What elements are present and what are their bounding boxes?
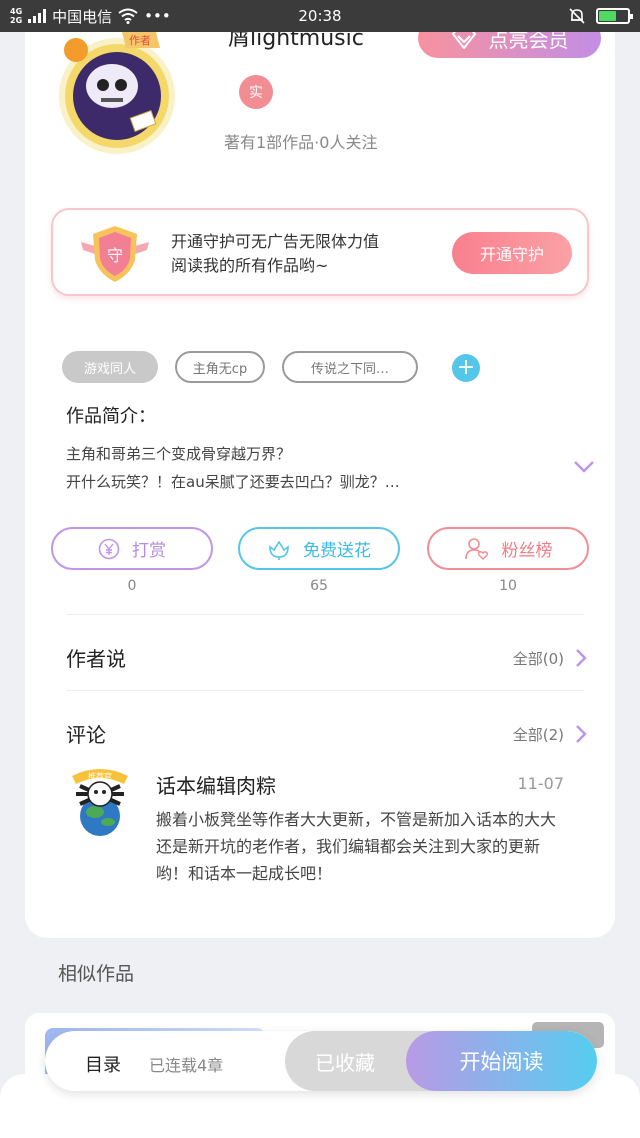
guard-description: 开通守护可无广告无限体力值 阅读我的所有作品哟~	[171, 232, 380, 275]
divider	[66, 614, 584, 615]
signal-icon	[28, 9, 47, 23]
flower-count: 65	[310, 578, 328, 594]
commenter-badge: 推荐官	[88, 771, 112, 781]
toc-button[interactable]: 目录	[85, 1051, 121, 1077]
mute-bell-icon	[569, 8, 585, 24]
user-heart-icon	[464, 537, 488, 560]
reward-count: 0	[127, 578, 137, 594]
chevron-right-icon[interactable]	[574, 723, 588, 745]
chevron-right-icon[interactable]	[574, 647, 588, 669]
author-avatar[interactable]: 作者	[52, 28, 182, 158]
send-flower-button[interactable]: 免费送花	[238, 527, 400, 570]
send-flower-label: 免费送花	[303, 541, 371, 561]
bottom-action-bar: 目录 已连载4章 已收藏 开始阅读	[45, 1031, 597, 1091]
comments-all-link[interactable]: 全部(2)	[513, 724, 564, 745]
flower-icon	[269, 539, 289, 560]
guard-promo: 守 开通守护可无广告无限体力值 阅读我的所有作品哟~ 开通守护	[51, 208, 589, 296]
yen-icon	[98, 538, 120, 559]
chevron-down-icon[interactable]	[572, 458, 596, 476]
divider	[66, 690, 584, 691]
more-status-dots: •••	[144, 7, 171, 25]
start-reading-button[interactable]: 开始阅读	[406, 1031, 597, 1091]
carrier-name: 中国电信	[52, 7, 113, 26]
intro-text: 主角和哥弟三个变成骨穿越万界？ 开什么玩笑？！在au呆腻了还要去凹凸？驯龙？…	[66, 445, 400, 491]
open-guard-button[interactable]: 开通守护	[452, 232, 572, 274]
fans-count: 10	[499, 578, 517, 594]
comment-text: 搬着小板凳坐等作者大大更新，不管是新加入话本的大大还是新开坑的老作者，我们编辑都…	[156, 810, 557, 883]
network-type: 4G 2G	[10, 7, 23, 25]
similar-works-title: 相似作品	[58, 963, 135, 985]
fans-rank-label: 粉丝榜	[501, 541, 553, 561]
reward-label: 打赏	[132, 541, 166, 561]
tag-chip[interactable]: 游戏同人	[62, 351, 158, 383]
guard-shield-icon: 守	[81, 226, 149, 282]
add-tag-button[interactable]: +	[452, 354, 480, 382]
status-bar: 4G 2G 中国电信 ••• 20:38	[0, 0, 640, 32]
real-name-badge: 实	[239, 75, 273, 109]
tag-chip[interactable]: 主角无cp	[175, 351, 265, 383]
intro-title: 作品简介：	[66, 406, 156, 427]
guard-badge-label: 守	[107, 246, 123, 265]
wifi-icon	[118, 8, 138, 24]
author-stats: 著有1部作品·0人关注	[224, 133, 378, 152]
commenter-avatar[interactable]: 推荐官	[62, 764, 138, 840]
author-avatar-badge: 作者	[129, 34, 151, 47]
comment-username[interactable]: 话本编辑肉粽	[156, 770, 276, 799]
author-says-all-link[interactable]: 全部(0)	[513, 648, 564, 669]
battery-icon	[596, 8, 633, 24]
comment-date: 11-07	[517, 774, 565, 793]
comments-title: 评论	[66, 723, 106, 747]
reward-button[interactable]: 打赏	[51, 527, 213, 570]
author-says-title: 作者说	[66, 647, 126, 671]
chapter-count: 已连载4章	[149, 1056, 224, 1075]
fans-rank-button[interactable]: 粉丝榜	[427, 527, 589, 570]
tag-chip[interactable]: 传说之下同…	[282, 351, 418, 383]
